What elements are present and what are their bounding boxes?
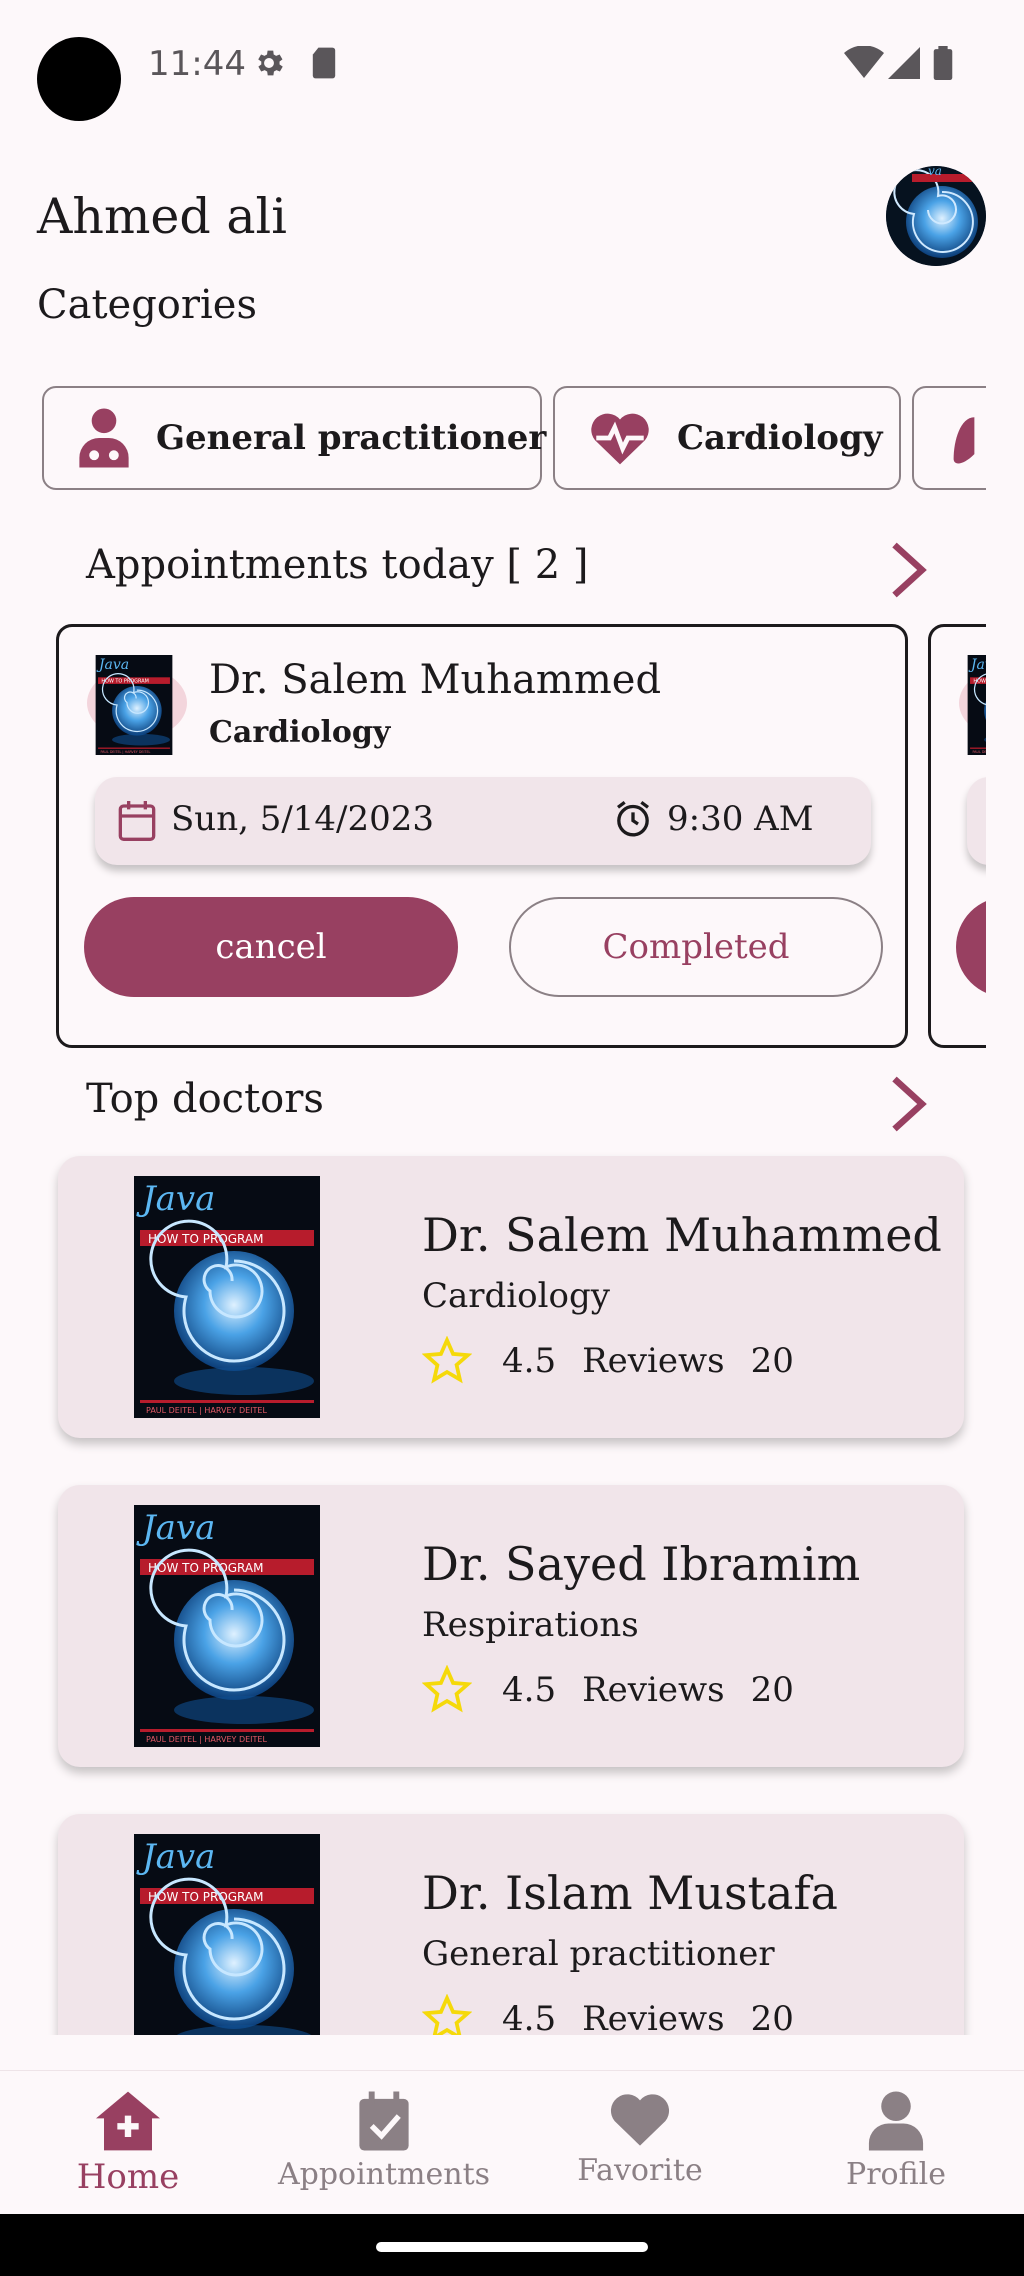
category-label: General practitioner <box>156 418 547 458</box>
camera-cutout <box>37 37 121 121</box>
doctor-card[interactable]: Dr. Salem Muhammed Cardiology 4.5 Review… <box>58 1156 964 1438</box>
category-general-practitioner[interactable]: General practitioner <box>42 386 546 490</box>
heart-icon <box>610 2094 670 2146</box>
top-doctors-list[interactable]: Dr. Salem Muhammed Cardiology 4.5 Review… <box>40 1142 984 2035</box>
nav-label: Favorite <box>577 2153 703 2188</box>
nav-label: Home <box>76 2157 180 2197</box>
categories-scroller[interactable]: General practitioner Cardiology <box>42 386 986 490</box>
alarm-clock-icon <box>613 799 653 843</box>
heart-pulse-icon <box>585 403 655 473</box>
user-avatar[interactable]: va <box>886 166 986 266</box>
top-doctors-see-all-chevron-icon[interactable] <box>882 1074 932 1134</box>
appointment-datetime <box>967 777 986 865</box>
completed-appointment-button[interactable]: Completed <box>509 897 883 997</box>
appointments-heading: Appointments today [ 2 ] <box>86 542 589 588</box>
doctor-icon <box>74 403 134 473</box>
star-icon <box>422 1665 472 1713</box>
doctor-card[interactable]: Dr. Sayed Ibramim Respirations 4.5 Revie… <box>58 1485 964 1767</box>
reviews-count: 20 <box>750 1341 794 1381</box>
calendar-check-icon <box>359 2091 409 2151</box>
user-name: Ahmed ali <box>37 188 287 245</box>
doctor-photo <box>134 1505 320 1747</box>
person-icon <box>868 2091 924 2151</box>
appointment-card[interactable] <box>928 624 986 1048</box>
system-gesture-bar <box>0 2214 1024 2276</box>
appointment-specialty: Cardiology <box>209 715 391 750</box>
calendar-icon <box>117 799 157 847</box>
cancel-appointment-button[interactable] <box>956 897 986 997</box>
doctor-photo <box>959 655 986 755</box>
nav-home[interactable]: Home <box>18 2089 238 2209</box>
reviews-count: 20 <box>750 1999 794 2035</box>
category-cardiology[interactable]: Cardiology <box>553 386 901 490</box>
status-time: 11:44 <box>148 44 246 84</box>
category-respiration[interactable] <box>912 386 986 490</box>
reviews-label: Reviews <box>582 1999 725 2035</box>
doctor-photo <box>134 1834 320 2035</box>
nav-label: Profile <box>846 2157 946 2192</box>
settings-gear-icon <box>252 46 286 84</box>
nav-appointments[interactable]: Appointments <box>274 2089 494 2209</box>
appointments-see-all-chevron-icon[interactable] <box>882 540 932 600</box>
doctor-photo <box>87 655 187 755</box>
doctor-specialty: Respirations <box>422 1605 639 1645</box>
doctor-specialty: Cardiology <box>422 1276 610 1316</box>
top-doctors-heading: Top doctors <box>86 1076 324 1122</box>
reviews-count: 20 <box>750 1670 794 1710</box>
star-icon <box>422 1994 472 2035</box>
doctor-rating-row: 4.5 Reviews 20 <box>422 1336 794 1386</box>
appointment-time: 9:30 AM <box>667 799 814 839</box>
doctor-specialty: General practitioner <box>422 1934 775 1974</box>
doctor-name: Dr. Islam Mustafa <box>422 1866 838 1920</box>
svg-text:va: va <box>928 166 942 178</box>
reviews-label: Reviews <box>582 1670 725 1710</box>
doctor-rating-row: 4.5 Reviews 20 <box>422 1994 794 2035</box>
categories-heading: Categories <box>37 282 257 328</box>
status-bar: 11:44 <box>0 0 1024 130</box>
wifi-icon <box>844 45 884 84</box>
sd-card-icon <box>310 46 338 84</box>
rating-value: 4.5 <box>502 1999 557 2035</box>
signal-icon <box>888 46 920 84</box>
category-label: Cardiology <box>677 418 883 458</box>
cancel-appointment-button[interactable]: cancel <box>84 897 458 997</box>
appointment-datetime: Sun, 5/14/2023 9:30 AM <box>95 777 871 865</box>
doctor-name: Dr. Salem Muhammed <box>422 1208 942 1262</box>
doctor-name: Dr. Sayed Ibramim <box>422 1537 861 1591</box>
nav-label: Appointments <box>277 2157 491 2192</box>
rating-value: 4.5 <box>502 1670 557 1710</box>
doctor-photo <box>134 1176 320 1418</box>
nav-profile[interactable]: Profile <box>786 2089 1006 2209</box>
battery-icon <box>932 46 954 84</box>
appointment-card[interactable]: Dr. Salem Muhammed Cardiology Sun, 5/14/… <box>56 624 908 1048</box>
bottom-navigation: Home Appointments Favorite Profile <box>0 2070 1024 2214</box>
lungs-icon <box>944 403 986 473</box>
reviews-label: Reviews <box>582 1341 725 1381</box>
appointment-doctor-name: Dr. Salem Muhammed <box>209 657 662 703</box>
doctor-rating-row: 4.5 Reviews 20 <box>422 1665 794 1715</box>
nav-favorite[interactable]: Favorite <box>530 2089 750 2209</box>
rating-value: 4.5 <box>502 1341 557 1381</box>
appointment-date: Sun, 5/14/2023 <box>171 799 435 839</box>
home-icon <box>96 2091 160 2151</box>
appointments-scroller[interactable]: Dr. Salem Muhammed Cardiology Sun, 5/14/… <box>56 624 986 1048</box>
doctor-card[interactable]: Dr. Islam Mustafa General practitioner 4… <box>58 1814 964 2035</box>
home-gesture-handle[interactable] <box>376 2242 648 2252</box>
star-icon <box>422 1336 472 1384</box>
